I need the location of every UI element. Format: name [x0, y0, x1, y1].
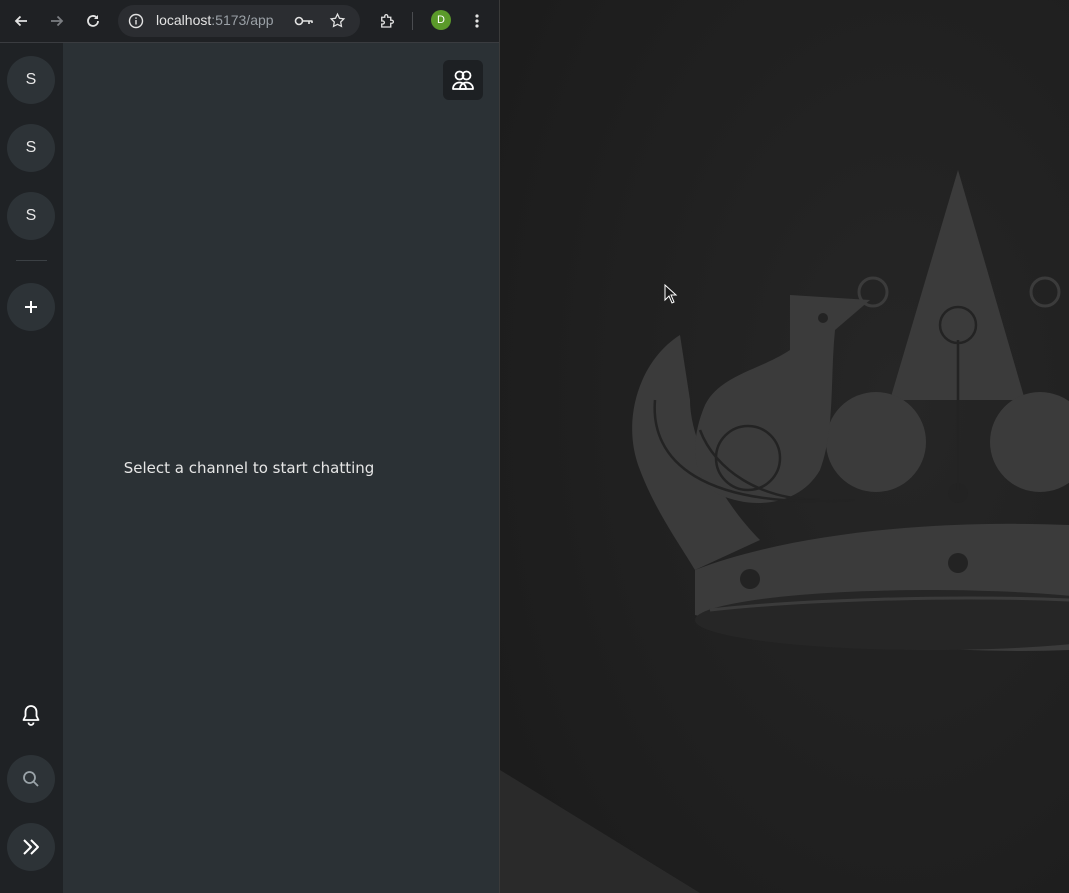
double-chevron-right-icon [23, 839, 39, 855]
server-initial: S [25, 71, 37, 88]
expand-sidebar-button[interactable] [7, 823, 55, 871]
empty-state-message: Select a channel to start chatting [123, 459, 375, 477]
mouse-cursor-icon [664, 284, 678, 304]
server-item-3[interactable]: S [7, 192, 55, 240]
url-text[interactable]: localhost:5173/app [156, 12, 274, 28]
search-icon [23, 771, 39, 787]
add-server-button[interactable] [7, 283, 55, 331]
crown-wallpaper-art [500, 0, 1069, 893]
back-button[interactable] [7, 7, 35, 35]
url-host: localhost [156, 12, 212, 28]
url-path: :5173/app [211, 12, 274, 28]
address-bar[interactable]: localhost:5173/app [118, 5, 360, 37]
desktop-wallpaper [500, 0, 1069, 893]
server-item-2[interactable]: S [7, 124, 55, 172]
toolbar-divider [412, 12, 413, 30]
users-icon [452, 70, 474, 90]
browser-toolbar: localhost:5173/app D [0, 0, 499, 43]
search-button[interactable] [7, 755, 55, 803]
extensions-button[interactable] [373, 7, 401, 35]
browser-menu-button[interactable] [463, 7, 491, 35]
notifications-button[interactable] [7, 691, 55, 739]
info-icon[interactable] [128, 13, 144, 33]
reload-button[interactable] [79, 7, 107, 35]
back-arrow-icon [14, 15, 27, 27]
server-rail: S S S [0, 43, 63, 893]
rail-divider [16, 260, 47, 261]
plus-icon [25, 301, 37, 313]
server-item-1[interactable]: S [7, 56, 55, 104]
bell-icon [22, 705, 40, 726]
browser-window: localhost:5173/app D S S S Select a chan… [0, 0, 500, 893]
reload-icon [87, 15, 99, 27]
channel-view: Select a channel to start chatting [63, 43, 499, 893]
kebab-menu-icon [475, 14, 479, 28]
star-icon[interactable] [329, 12, 346, 33]
puzzle-icon [381, 14, 394, 28]
members-button[interactable] [443, 60, 483, 100]
server-initial: S [25, 207, 37, 224]
server-initial: S [25, 139, 37, 156]
forward-button[interactable] [43, 7, 71, 35]
forward-arrow-icon [51, 15, 64, 27]
profile-avatar[interactable]: D [431, 10, 451, 30]
key-icon[interactable] [294, 13, 314, 33]
